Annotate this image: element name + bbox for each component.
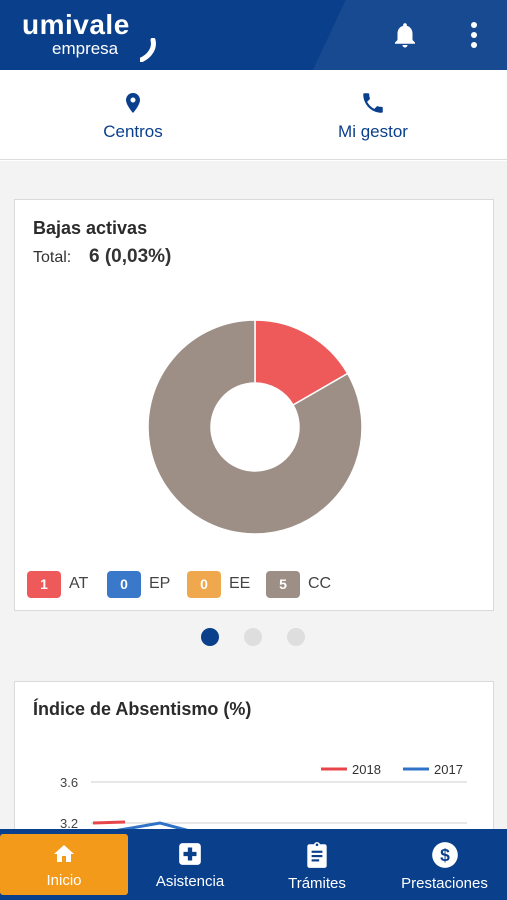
legend-item-at[interactable]: 1 AT <box>27 570 88 598</box>
centros-label: Centros <box>103 122 163 141</box>
phone-icon <box>363 93 383 113</box>
logo-subtext: empresa <box>52 39 119 58</box>
nav-asistencia[interactable]: Asistencia <box>128 829 252 900</box>
centros-link[interactable]: Centros <box>98 90 168 142</box>
bottom-navigation: Inicio Asistencia Trámites $ Prestacione… <box>0 829 507 900</box>
bajas-title: Bajas activas <box>33 218 148 238</box>
legend-chip-ee: 0 <box>187 570 221 598</box>
legend-item-ee[interactable]: 0 EE <box>187 570 250 598</box>
legend-label-at: AT <box>69 575 89 592</box>
legend-count-at: 1 <box>40 576 48 592</box>
home-icon <box>54 845 74 862</box>
bajas-donut-chart[interactable] <box>146 318 364 536</box>
legend-label-2017: 2017 <box>434 762 463 777</box>
nav-prestaciones-label: Prestaciones <box>401 875 488 892</box>
legend-count-ee: 0 <box>200 576 208 592</box>
legend-item-ep[interactable]: 0 EP <box>107 570 170 598</box>
bajas-legend: 1 AT 0 EP 0 EE 5 CC <box>27 570 487 600</box>
location-pin-icon <box>126 93 140 113</box>
legend-item-cc[interactable]: 5 CC <box>266 570 331 598</box>
nav-asistencia-label: Asistencia <box>155 873 225 890</box>
carousel-dot-3[interactable] <box>287 628 305 646</box>
bell-icon[interactable] <box>390 20 420 50</box>
nav-inicio-label: Inicio <box>46 872 82 889</box>
app-header: umivale empresa <box>0 0 507 70</box>
mi-gestor-label: Mi gestor <box>338 122 408 141</box>
nav-inicio[interactable]: Inicio <box>0 834 128 895</box>
total-value: 6 (0,03%) <box>89 246 172 267</box>
quick-links-bar: Centros Mi gestor <box>0 70 507 160</box>
bajas-activas-card[interactable]: Bajas activas Total: 6 (0,03%) 1 AT 0 EP… <box>14 199 494 611</box>
carousel-pagination <box>0 628 507 648</box>
total-label: Total: <box>33 249 72 266</box>
absentismo-title: Índice de Absentismo (%) <box>33 699 252 719</box>
legend-chip-cc: 5 <box>266 570 300 598</box>
more-options-icon[interactable] <box>462 20 486 50</box>
carousel-dot-2[interactable] <box>244 628 262 646</box>
legend-label-2018: 2018 <box>352 762 381 777</box>
legend-chip-at: 1 <box>27 570 61 598</box>
legend-label-cc: CC <box>308 575 332 592</box>
svg-text:$: $ <box>440 845 450 865</box>
logo-swoosh-icon <box>140 38 156 62</box>
umivale-logo[interactable]: umivale empresa <box>22 9 156 62</box>
nav-tramites[interactable]: Trámites <box>252 829 382 900</box>
mi-gestor-link[interactable]: Mi gestor <box>328 90 418 142</box>
nav-tramites-label: Trámites <box>288 875 346 892</box>
dollar-icon: $ <box>431 842 458 868</box>
legend-chip-ep: 0 <box>107 570 141 598</box>
y-tick-label: 3.6 <box>60 775 78 790</box>
legend-label-ep: EP <box>149 575 171 592</box>
legend-count-cc: 5 <box>279 576 287 592</box>
absentismo-card[interactable]: 3.6 3.2 2018 2017 Índice de Absentismo (%) <box>14 681 494 841</box>
logo-text: umivale <box>22 9 130 40</box>
clipboard-icon <box>307 842 327 868</box>
legend-label-ee: EE <box>229 575 251 592</box>
nav-prestaciones[interactable]: $ Prestaciones <box>382 829 507 900</box>
legend-count-ep: 0 <box>120 576 128 592</box>
medical-cross-icon <box>179 843 201 865</box>
carousel-dot-1[interactable] <box>201 628 219 646</box>
series-line-2018 <box>92 820 126 825</box>
